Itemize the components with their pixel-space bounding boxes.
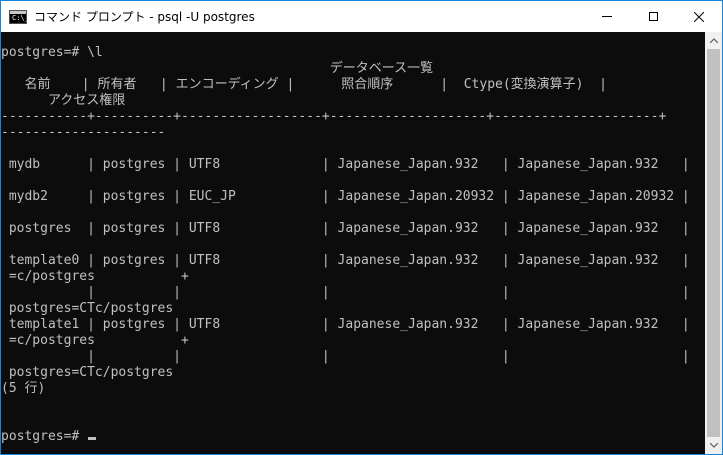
minimize-icon (602, 16, 612, 17)
console-line: =c/postgres + (1, 333, 189, 348)
console-app-icon[interactable]: C:\_ (9, 9, 29, 24)
vertical-scrollbar[interactable] (705, 32, 722, 454)
window-controls (584, 1, 722, 32)
table-row: postgres | postgres | UTF8 | Japanese_Ja… (1, 221, 690, 236)
window-title: コマンド プロンプト - psql -U postgres (34, 10, 255, 24)
minimize-button[interactable] (584, 1, 630, 32)
text-cursor (88, 437, 97, 440)
console-line: 名前 | 所有者 | エンコーディング | 照合順序 | Ctype(変換演算子… (1, 77, 607, 92)
table-row: template1 | postgres | UTF8 | Japanese_J… (1, 317, 690, 332)
scroll-down-button[interactable] (705, 437, 722, 454)
title-bar[interactable]: C:\_ コマンド プロンプト - psql -U postgres (1, 1, 722, 32)
maximize-icon (648, 12, 658, 21)
console-line: データベース一覧 (1, 61, 434, 76)
console-line: --------------------- (1, 125, 166, 140)
console-line: postgres=CTc/postgres (1, 301, 174, 316)
console-line: | | | | | (1, 349, 690, 364)
scroll-up-button[interactable] (705, 32, 722, 49)
console-output[interactable]: postgres=# \l データベース一覧 名前 | 所有者 | エンコーディ… (1, 32, 705, 454)
prompt-text: postgres=# (1, 429, 88, 444)
console-line: -----------+----------+-----------------… (1, 109, 667, 124)
console-line: postgres=# \l (1, 45, 103, 60)
maximize-button[interactable] (630, 1, 676, 32)
scroll-thumb[interactable] (707, 49, 720, 437)
console-line: postgres=CTc/postgres (1, 365, 174, 380)
chevron-down-icon (709, 443, 718, 448)
prompt-line[interactable]: postgres=# (1, 429, 690, 445)
close-button[interactable] (676, 1, 722, 32)
table-row: template0 | postgres | UTF8 | Japanese_J… (1, 253, 690, 268)
console-line: | | | | | (1, 285, 690, 300)
chevron-up-icon (709, 38, 718, 43)
command-prompt-window: C:\_ コマンド プロンプト - psql -U postgres postg… (0, 0, 723, 455)
console-line: =c/postgres + (1, 269, 189, 284)
console-line: アクセス権限 (1, 93, 126, 108)
console-text: postgres=# \l データベース一覧 名前 | 所有者 | エンコーディ… (1, 45, 690, 445)
table-row: mydb | postgres | UTF8 | Japanese_Japan.… (1, 157, 690, 172)
icon-glyph: C:\_ (12, 13, 29, 22)
close-icon (694, 11, 704, 22)
row-count: (5 行) (1, 381, 46, 396)
table-row: mydb2 | postgres | EUC_JP | Japanese_Jap… (1, 189, 690, 204)
